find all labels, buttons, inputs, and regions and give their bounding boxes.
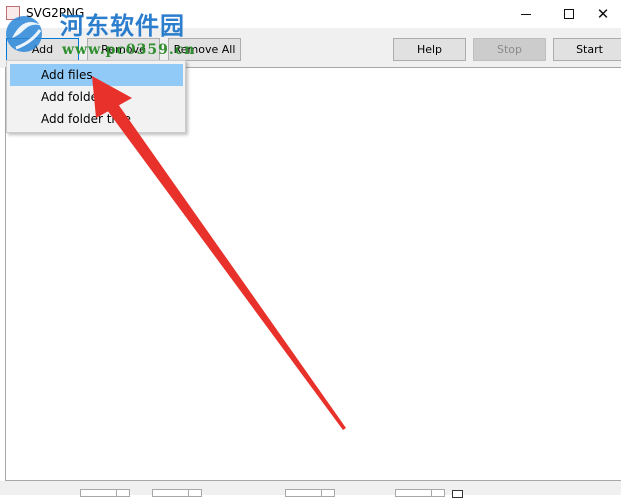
minimize-button[interactable]	[503, 0, 549, 28]
maximize-icon	[564, 9, 574, 19]
menu-item-add-folder-tree[interactable]: Add folder tree	[10, 108, 183, 130]
help-button[interactable]: Help	[393, 38, 466, 61]
watermark-site-name: 河东软件园	[60, 11, 185, 40]
close-button[interactable]: ✕	[580, 0, 621, 28]
option-spinner-1[interactable]	[80, 489, 130, 497]
bottom-options-bar	[0, 481, 621, 498]
option-spinner-4[interactable]	[395, 489, 445, 497]
option-checkbox[interactable]	[452, 490, 463, 498]
stop-button[interactable]: Stop	[473, 38, 546, 61]
option-spinner-3[interactable]	[285, 489, 335, 497]
start-button[interactable]: Start	[553, 38, 621, 61]
minimize-icon	[521, 13, 531, 15]
menu-item-add-folder[interactable]: Add folder	[10, 86, 183, 108]
add-dropdown-menu: Add files Add folder Add folder tree	[6, 60, 186, 133]
watermark-logo-icon	[6, 16, 42, 52]
option-spinner-2[interactable]	[152, 489, 202, 497]
watermark-url: www.pc0359.cn	[62, 42, 196, 58]
close-icon: ✕	[596, 5, 610, 23]
menu-item-add-files[interactable]: Add files	[10, 64, 183, 86]
